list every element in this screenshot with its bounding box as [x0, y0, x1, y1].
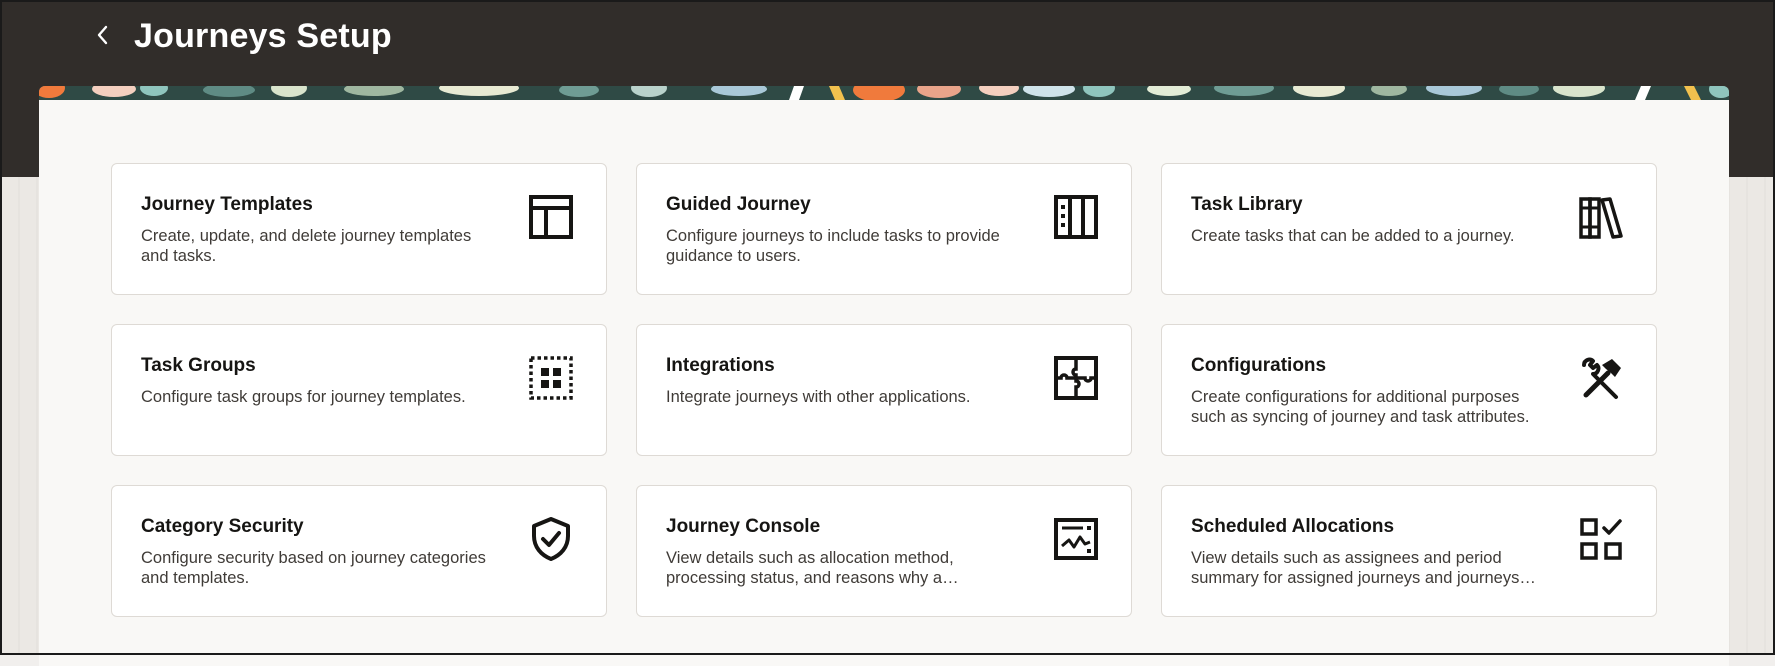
- card-description: Configure security based on journey cate…: [141, 549, 486, 587]
- layout-template-icon: [528, 194, 574, 240]
- card-title: Scheduled Allocations: [1191, 516, 1395, 537]
- card-title: Journey Console: [666, 516, 821, 537]
- tools-icon: [1578, 355, 1624, 401]
- puzzle-icon: [1053, 355, 1099, 401]
- card-description: View details such as assignees and perio…: [1191, 549, 1536, 587]
- card-scheduled-allocations[interactable]: Scheduled Allocations View details such …: [1161, 485, 1657, 617]
- card-guided-journey[interactable]: Guided Journey Configure journeys to inc…: [636, 163, 1132, 295]
- card-configurations[interactable]: Configurations Create configurations for…: [1161, 324, 1657, 456]
- card-description: Configure task groups for journey templa…: [141, 388, 466, 406]
- card-task-library[interactable]: Task Library Create tasks that can be ad…: [1161, 163, 1657, 295]
- card-title: Category Security: [141, 516, 304, 537]
- shield-check-icon: [528, 516, 574, 562]
- columns-list-icon: [1053, 194, 1099, 240]
- card-title: Configurations: [1191, 355, 1327, 376]
- console-chart-icon: [1053, 516, 1099, 562]
- grid-group-icon: [528, 355, 574, 401]
- books-library-icon: [1578, 194, 1624, 240]
- card-title: Guided Journey: [666, 194, 811, 215]
- card-journey-templates[interactable]: Journey Templates Create, update, and de…: [111, 163, 607, 295]
- card-title: Task Groups: [141, 355, 256, 376]
- setup-cards-grid: Journey Templates Create, update, and de…: [111, 163, 1657, 617]
- card-journey-console[interactable]: Journey Console View details such as all…: [636, 485, 1132, 617]
- back-button[interactable]: [86, 18, 120, 52]
- card-task-groups[interactable]: Task Groups Configure task groups for jo…: [111, 324, 607, 456]
- card-title: Journey Templates: [141, 194, 313, 215]
- chevron-left-icon: [97, 25, 108, 45]
- card-title: Task Library: [1191, 194, 1303, 215]
- page-title: Journeys Setup: [134, 17, 392, 55]
- content-panel: Journey Templates Create, update, and de…: [39, 86, 1729, 666]
- schedule-checklist-icon: [1578, 516, 1624, 562]
- card-description: Integrate journeys with other applicatio…: [666, 388, 971, 406]
- card-description: Configure journeys to include tasks to p…: [666, 227, 1000, 265]
- card-description: Create configurations for additional pur…: [1191, 388, 1530, 426]
- card-description: Create, update, and delete journey templ…: [141, 227, 472, 265]
- card-integrations[interactable]: Integrations Integrate journeys with oth…: [636, 324, 1132, 456]
- decorative-banner: [39, 86, 1729, 100]
- card-description: View details such as allocation method, …: [666, 549, 954, 587]
- card-description: Create tasks that can be added to a jour…: [1191, 227, 1515, 245]
- card-title: Integrations: [666, 355, 775, 376]
- card-category-security[interactable]: Category Security Configure security bas…: [111, 485, 607, 617]
